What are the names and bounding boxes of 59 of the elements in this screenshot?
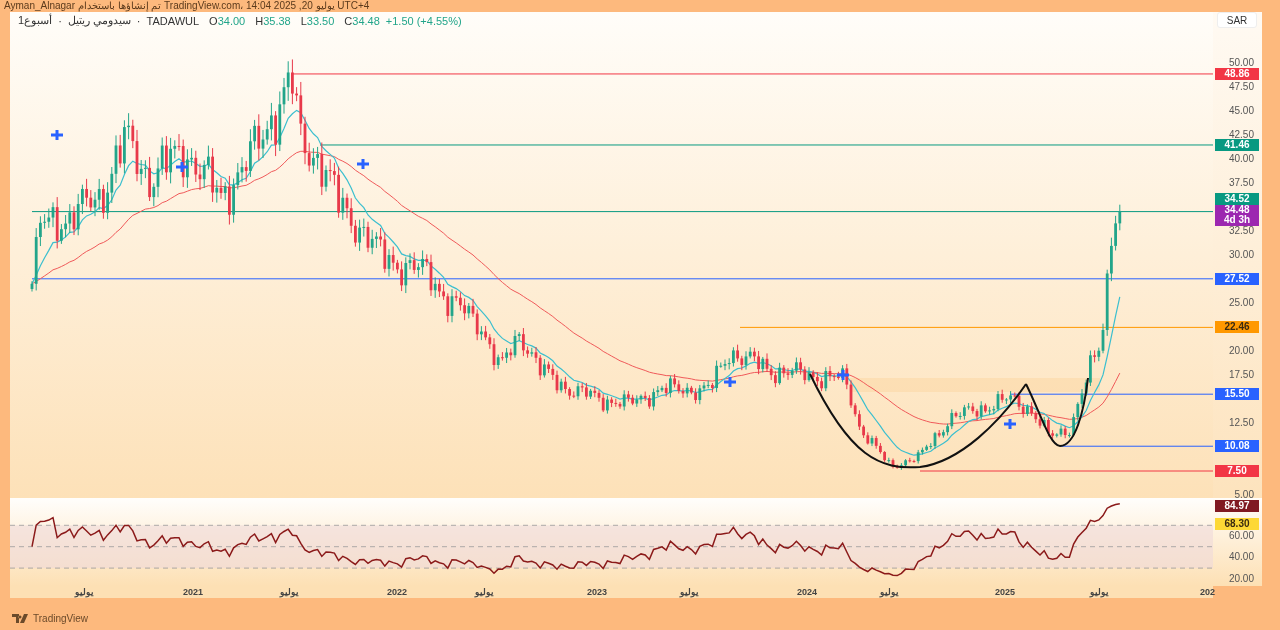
- price-label: 41.46: [1215, 138, 1259, 151]
- rsi-value-label: 84.97: [1215, 500, 1259, 513]
- rsi-axis-label: 20.00: [1228, 573, 1254, 584]
- cross-marker-icon: [837, 370, 849, 380]
- price-axis-label: 5.00: [1234, 490, 1254, 500]
- time-axis-label: يوليو: [75, 586, 94, 598]
- price-label: 10.08: [1215, 440, 1259, 453]
- time-axis-label: يوليو: [475, 586, 494, 598]
- price-axis-label: 32.50: [1228, 226, 1254, 236]
- price-axis-label: 12.50: [1228, 418, 1254, 428]
- price-axis-label: 25.00: [1228, 298, 1254, 308]
- symbol-label: ·: [58, 14, 62, 27]
- price-axis-label: 30.00: [1228, 250, 1254, 260]
- price-axis-label: 20.00: [1228, 346, 1254, 356]
- price-axis-label: 40.00: [1228, 154, 1254, 164]
- symbol-label: 1أسبوع: [18, 14, 53, 27]
- price-label: 15.50: [1215, 388, 1259, 401]
- ohlc-value: C34.48: [344, 14, 380, 27]
- price-axis-label: 37.50: [1228, 178, 1254, 188]
- price-label: 48.86: [1215, 67, 1259, 80]
- symbol-label: TADAWUL: [146, 14, 200, 27]
- time-axis-label: 2025: [995, 586, 1016, 598]
- ohlc-value: H35.38: [255, 14, 291, 27]
- time-axis-label: 2024: [797, 586, 818, 598]
- time-axis-label: 202: [1200, 586, 1216, 598]
- price-change: +1.50 (+4.55%): [385, 14, 462, 27]
- price-axis-label: 50.00: [1228, 58, 1254, 68]
- price-label: 34.52: [1215, 192, 1259, 205]
- rsi-axis-label: 60.00: [1228, 531, 1254, 541]
- cross-marker-icon: [357, 159, 369, 169]
- rsi-axis-label: 40.00: [1228, 552, 1254, 563]
- time-axis-label: 2022: [387, 586, 408, 598]
- ohlc-value: O34.00: [209, 14, 246, 27]
- time-axis-label: يوليو: [880, 586, 899, 598]
- chart-credit: Ayman_Alnagar تم إنشاؤها باستخدام TradingView.com، يوليو 20, 2025 14:04 UTC+4: [4, 0, 370, 11]
- time-axis-label: يوليو: [680, 586, 699, 598]
- price-label: 7.50: [1215, 465, 1259, 477]
- cross-marker-icon: [51, 130, 63, 140]
- cross-marker-icon: [1004, 419, 1016, 429]
- time-axis-label: يوليو: [1090, 586, 1109, 598]
- brand-name: TradingView: [33, 612, 89, 624]
- price-label: 34.48 4d 3h: [1215, 205, 1259, 226]
- time-axis-label: 2023: [587, 586, 608, 598]
- symbol-label: سيدومي ريتيل: [67, 14, 131, 27]
- logo-icon: [12, 613, 29, 623]
- price-axis-label: 47.50: [1228, 82, 1254, 92]
- rsi-value-label: 68.30: [1215, 518, 1259, 531]
- cross-marker-icon: [176, 162, 188, 172]
- currency-button[interactable]: SAR: [1217, 12, 1257, 28]
- time-axis-label: 2021: [183, 586, 204, 598]
- price-axis-label: 17.50: [1228, 370, 1254, 380]
- ohlc-value: L33.50: [300, 14, 335, 27]
- time-axis-label: يوليو: [280, 586, 299, 598]
- price-axis-label: 45.00: [1228, 106, 1254, 116]
- symbol-label: ·: [136, 14, 141, 27]
- price-axis-label: 42.50: [1228, 130, 1254, 140]
- cross-marker-icon: [724, 377, 736, 387]
- price-label: 27.52: [1215, 272, 1259, 285]
- price-label: 22.46: [1215, 321, 1259, 334]
